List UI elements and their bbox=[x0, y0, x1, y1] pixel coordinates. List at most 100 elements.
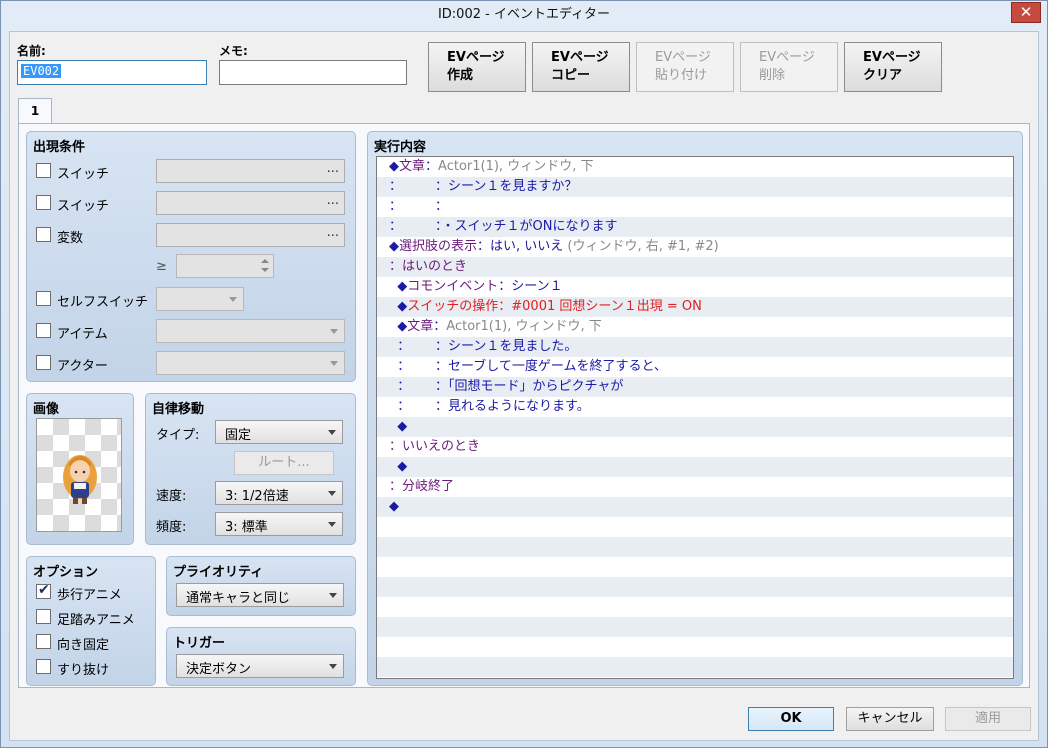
ev-page-button-line1: EVページ bbox=[447, 50, 505, 65]
event-editor-window: ID:002 - イベントエディター ✕ 名前: EV002 メモ: EVページ… bbox=[0, 0, 1048, 748]
contents-group: 実行内容 ◆文章：Actor1(1), ウィンドウ, 下： ：シーン１を見ますか… bbox=[367, 131, 1023, 686]
through-checkbox[interactable] bbox=[36, 659, 51, 674]
variable-value-spinner[interactable] bbox=[176, 254, 274, 278]
walking-anime-checkbox[interactable] bbox=[36, 582, 51, 599]
self-switch-select[interactable] bbox=[156, 287, 244, 311]
actor-checkbox[interactable] bbox=[36, 355, 51, 370]
list-item[interactable]: ： ：セーブして一度ゲームを終了すると、 bbox=[377, 357, 1013, 377]
command-text: ◆ bbox=[389, 319, 408, 334]
command-text: ： ：シーン１を見ました。 bbox=[389, 339, 578, 354]
list-item[interactable]: ◆ bbox=[377, 457, 1013, 477]
command-text: (ウィンドウ, 右, #1, #2) bbox=[567, 239, 719, 254]
direction-fix-checkbox[interactable] bbox=[36, 634, 51, 649]
command-text: ：分岐終了 bbox=[389, 479, 455, 494]
frequency-label: 頻度: bbox=[156, 520, 187, 535]
cancel-button[interactable]: キャンセル bbox=[846, 707, 934, 731]
list-item[interactable]: ◆コモンイベント：シーン１ bbox=[377, 277, 1013, 297]
stepping-anime-checkbox[interactable] bbox=[36, 609, 51, 624]
command-text: ◆ bbox=[389, 499, 399, 514]
ok-button[interactable]: OK bbox=[748, 707, 834, 731]
list-item[interactable] bbox=[377, 557, 1013, 577]
list-item[interactable]: ：いいえのとき bbox=[377, 437, 1013, 457]
list-item[interactable]: ： ：シーン１を見ました。 bbox=[377, 337, 1013, 357]
command-list[interactable]: ◆文章：Actor1(1), ウィンドウ, 下 ： ：シーン１を見ますか？ ： ： ：… bbox=[376, 156, 1014, 679]
list-item[interactable]: ：分岐終了 bbox=[377, 477, 1013, 497]
list-item[interactable]: ◆文章：Actor1(1), ウィンドウ, 下 bbox=[377, 157, 1013, 177]
window-title: ID:002 - イベントエディター bbox=[437, 7, 611, 22]
route-button[interactable]: ルート... bbox=[234, 451, 334, 475]
priority-select[interactable]: 通常キャラと同じ bbox=[176, 583, 344, 607]
command-text: ： bbox=[425, 159, 439, 174]
list-item[interactable] bbox=[377, 517, 1013, 537]
tab-page-1[interactable]: 1 bbox=[18, 98, 52, 124]
direction-fix-label: 向き固定 bbox=[57, 638, 110, 653]
ev-page-button-3[interactable]: EVページ 貼り付け bbox=[636, 42, 734, 92]
chevron-down-icon bbox=[330, 361, 338, 366]
apply-button[interactable]: 適用 bbox=[945, 707, 1031, 731]
command-text: 文章 bbox=[399, 159, 426, 174]
list-item[interactable] bbox=[377, 577, 1013, 597]
chevron-down-icon bbox=[328, 430, 336, 435]
list-item[interactable] bbox=[377, 617, 1013, 637]
list-item[interactable] bbox=[377, 537, 1013, 557]
speed-select[interactable]: 3: 1/2倍速 bbox=[215, 481, 343, 505]
ev-page-button-1[interactable]: EVページ 作成 bbox=[428, 42, 526, 92]
list-item[interactable]: ◆文章：Actor1(1), ウィンドウ, 下 bbox=[377, 317, 1013, 337]
list-item[interactable]: ： ： bbox=[377, 197, 1013, 217]
list-item[interactable] bbox=[377, 657, 1013, 677]
command-text: ： ：シーン１を見ますか？ bbox=[389, 179, 578, 194]
list-item[interactable]: ◆ bbox=[377, 417, 1013, 437]
list-item[interactable] bbox=[377, 637, 1013, 657]
priority-group: プライオリティ 通常キャラと同じ bbox=[166, 556, 356, 616]
command-text: ： bbox=[433, 319, 447, 334]
switch1-picker[interactable]: ... bbox=[156, 159, 345, 183]
walking-anime-label: 歩行アニメ bbox=[57, 588, 122, 603]
item-select[interactable] bbox=[156, 319, 345, 343]
command-text: コモンイベント bbox=[407, 279, 499, 294]
ev-page-button-4[interactable]: EVページ 削除 bbox=[740, 42, 838, 92]
ev-page-button-2[interactable]: EVページ コピー bbox=[532, 42, 630, 92]
list-item[interactable]: ： ：シーン１を見ますか？ bbox=[377, 177, 1013, 197]
variable-dots: ... bbox=[326, 225, 339, 240]
command-text: ： ： bbox=[389, 199, 449, 214]
switch1-checkbox[interactable] bbox=[36, 163, 51, 178]
character-image[interactable] bbox=[36, 418, 122, 532]
list-item[interactable]: ◆スイッチの操作：#0001 回想シーン１出現 = ON bbox=[377, 297, 1013, 317]
switch1-dots: ... bbox=[326, 161, 339, 176]
ev-page-button-line2: コピー bbox=[551, 68, 591, 83]
trigger-title: トリガー bbox=[173, 636, 226, 651]
list-item[interactable] bbox=[377, 597, 1013, 617]
command-text: ◆ bbox=[389, 419, 408, 434]
trigger-select[interactable]: 決定ボタン bbox=[176, 654, 344, 678]
name-field[interactable]: EV002 bbox=[17, 60, 207, 85]
name-value: EV002 bbox=[21, 64, 62, 78]
variable-picker[interactable]: ... bbox=[156, 223, 345, 247]
list-item[interactable]: ：はいのとき bbox=[377, 257, 1013, 277]
image-title: 画像 bbox=[33, 402, 60, 417]
switch2-picker[interactable]: ... bbox=[156, 191, 345, 215]
item-checkbox[interactable] bbox=[36, 323, 51, 338]
command-text: ：シーン１ bbox=[498, 279, 563, 294]
switch1-label: スイッチ bbox=[57, 167, 110, 182]
list-item[interactable]: ◆選択肢の表示：はい, いいえ (ウィンドウ, 右, #1, #2) bbox=[377, 237, 1013, 257]
frequency-select[interactable]: 3: 標準 bbox=[215, 512, 343, 536]
command-text: ◆ bbox=[389, 459, 408, 474]
memo-field[interactable] bbox=[219, 60, 407, 85]
command-text: ◆ bbox=[389, 159, 399, 174]
speed-value: 3: 1/2倍速 bbox=[225, 489, 289, 504]
actor-select[interactable] bbox=[156, 351, 345, 375]
spin-up-icon[interactable] bbox=[261, 259, 269, 263]
chevron-down-icon bbox=[229, 297, 237, 302]
spin-down-icon[interactable] bbox=[261, 268, 269, 272]
list-item[interactable]: ： ：「回想モード」からピクチャが bbox=[377, 377, 1013, 397]
ev-page-button-5[interactable]: EVページ クリア bbox=[844, 42, 942, 92]
list-item[interactable]: ： ：見れるようになります。 bbox=[377, 397, 1013, 417]
list-item[interactable]: ◆ bbox=[377, 497, 1013, 517]
list-item[interactable]: ： ：・スイッチ１がONになります bbox=[377, 217, 1013, 237]
options-group: オプション 歩行アニメ 足踏みアニメ 向き固定 すり抜け bbox=[26, 556, 156, 686]
type-select[interactable]: 固定 bbox=[215, 420, 343, 444]
close-icon[interactable]: ✕ bbox=[1011, 2, 1041, 23]
variable-checkbox[interactable] bbox=[36, 227, 51, 242]
switch2-checkbox[interactable] bbox=[36, 195, 51, 210]
self-switch-checkbox[interactable] bbox=[36, 291, 51, 306]
